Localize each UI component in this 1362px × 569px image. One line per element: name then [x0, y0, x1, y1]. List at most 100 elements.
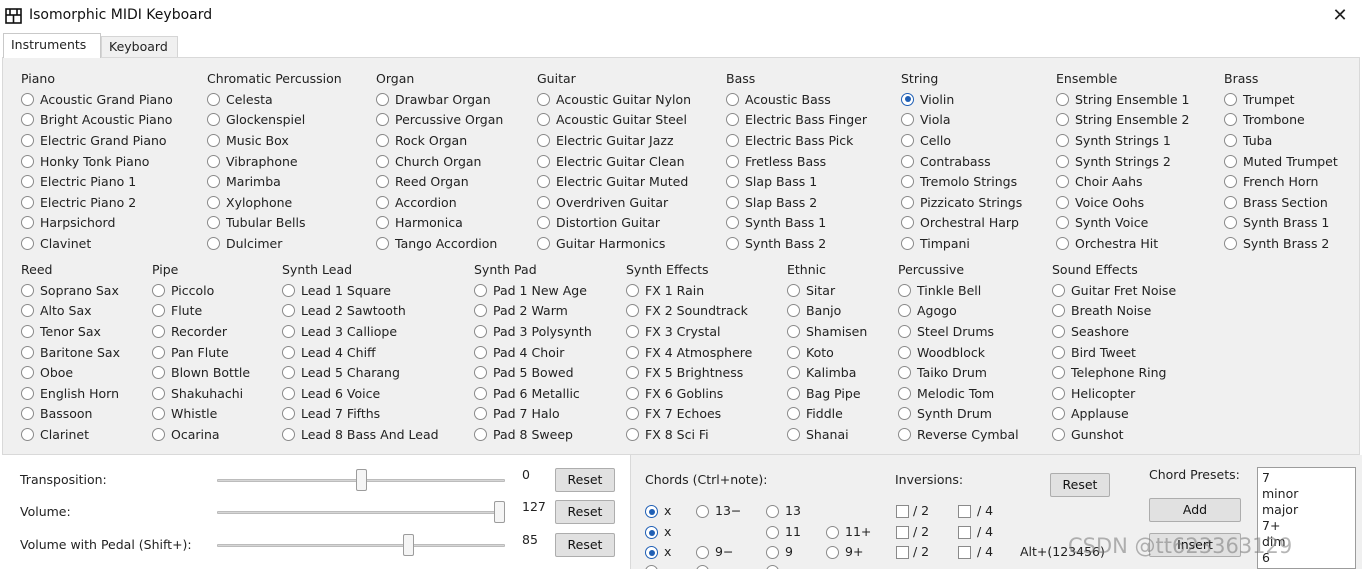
radio-button[interactable] — [21, 154, 34, 168]
instrument-option-tremolo-strings[interactable]: Tremolo Strings — [901, 171, 1022, 192]
radio-button[interactable] — [21, 386, 34, 400]
instrument-option-lead-4-chiff[interactable]: Lead 4 Chiff — [282, 342, 439, 363]
radio-button[interactable] — [282, 304, 295, 318]
radio-button[interactable] — [901, 195, 914, 209]
radio-button[interactable] — [1224, 154, 1237, 168]
radio-button[interactable] — [207, 133, 220, 147]
radio-button[interactable] — [21, 175, 34, 189]
transposition-slider-thumb[interactable] — [355, 469, 367, 491]
inversions-reset-button[interactable]: Reset — [1050, 473, 1110, 497]
instrument-option-bag-pipe[interactable]: Bag Pipe — [787, 383, 867, 404]
instrument-option-fx-6-goblins[interactable]: FX 6 Goblins — [626, 383, 752, 404]
radio-button[interactable] — [626, 304, 639, 318]
radio-button[interactable] — [901, 154, 914, 168]
radio-button[interactable] — [1224, 92, 1237, 106]
radio-button[interactable] — [1056, 113, 1069, 127]
chord-x-radio-2[interactable] — [645, 526, 658, 539]
radio-button[interactable] — [207, 154, 220, 168]
instrument-option-telephone-ring[interactable]: Telephone Ring — [1052, 362, 1176, 383]
instrument-option-soprano-sax[interactable]: Soprano Sax — [21, 280, 120, 301]
instrument-option-fx-5-brightness[interactable]: FX 5 Brightness — [626, 362, 752, 383]
add-preset-button[interactable]: Add — [1149, 498, 1241, 522]
instrument-option-whistle[interactable]: Whistle — [152, 404, 250, 425]
instrument-option-contrabass[interactable]: Contrabass — [901, 151, 1022, 172]
instrument-option-guitar-harmonics[interactable]: Guitar Harmonics — [537, 233, 691, 254]
instrument-option-trumpet[interactable]: Trumpet — [1224, 89, 1338, 110]
radio-button[interactable] — [1056, 154, 1069, 168]
radio-button[interactable] — [207, 236, 220, 250]
instrument-option-recorder[interactable]: Recorder — [152, 321, 250, 342]
chord-9-minus-radio[interactable] — [696, 546, 709, 559]
volume-slider[interactable] — [217, 511, 505, 514]
chord-x-radio-1[interactable] — [645, 505, 658, 518]
radio-button[interactable] — [787, 324, 800, 338]
instrument-option-woodblock[interactable]: Woodblock — [898, 342, 1019, 363]
instrument-option-steel-drums[interactable]: Steel Drums — [898, 321, 1019, 342]
radio-button[interactable] — [474, 407, 487, 421]
tab-keyboard[interactable]: Keyboard — [101, 36, 178, 57]
radio-button[interactable] — [1224, 133, 1237, 147]
instrument-option-percussive-organ[interactable]: Percussive Organ — [376, 110, 503, 131]
volume-pedal-slider-thumb[interactable] — [402, 534, 414, 556]
radio-button[interactable] — [1224, 216, 1237, 230]
instrument-option-koto[interactable]: Koto — [787, 342, 867, 363]
radio-button[interactable] — [1056, 216, 1069, 230]
instrument-option-pad-6-metallic[interactable]: Pad 6 Metallic — [474, 383, 592, 404]
radio-button[interactable] — [282, 386, 295, 400]
radio-button[interactable] — [376, 92, 389, 106]
instrument-option-string-ensemble-1[interactable]: String Ensemble 1 — [1056, 89, 1190, 110]
instrument-option-distortion-guitar[interactable]: Distortion Guitar — [537, 213, 691, 234]
radio-button[interactable] — [898, 386, 911, 400]
radio-button[interactable] — [376, 113, 389, 127]
radio-button[interactable] — [626, 345, 639, 359]
chord-x-radio-3[interactable] — [645, 546, 658, 559]
radio-button[interactable] — [152, 366, 165, 380]
instrument-option-gunshot[interactable]: Gunshot — [1052, 424, 1176, 445]
instrument-option-slap-bass-2[interactable]: Slap Bass 2 — [726, 192, 867, 213]
instrument-option-lead-1-square[interactable]: Lead 1 Square — [282, 280, 439, 301]
instrument-option-synth-drum[interactable]: Synth Drum — [898, 404, 1019, 425]
radio-button[interactable] — [152, 427, 165, 441]
radio-button[interactable] — [474, 324, 487, 338]
instrument-option-reed-organ[interactable]: Reed Organ — [376, 171, 503, 192]
radio-button[interactable] — [726, 216, 739, 230]
instrument-option-banjo[interactable]: Banjo — [787, 301, 867, 322]
chord-11-plus-radio[interactable] — [826, 526, 839, 539]
radio-button[interactable] — [376, 236, 389, 250]
radio-button[interactable] — [207, 92, 220, 106]
inversion-2-checkbox-1[interactable] — [896, 505, 909, 518]
radio-button[interactable] — [626, 407, 639, 421]
radio-button[interactable] — [901, 216, 914, 230]
instrument-option-fx-2-soundtrack[interactable]: FX 2 Soundtrack — [626, 301, 752, 322]
radio-button[interactable] — [787, 283, 800, 297]
radio-button[interactable] — [21, 427, 34, 441]
instrument-option-pad-3-polysynth[interactable]: Pad 3 Polysynth — [474, 321, 592, 342]
radio-button[interactable] — [376, 175, 389, 189]
instrument-option-voice-oohs[interactable]: Voice Oohs — [1056, 192, 1190, 213]
instrument-option-english-horn[interactable]: English Horn — [21, 383, 120, 404]
radio-button[interactable] — [1224, 113, 1237, 127]
radio-button[interactable] — [898, 283, 911, 297]
radio-button[interactable] — [901, 175, 914, 189]
instrument-option-fx-4-atmosphere[interactable]: FX 4 Atmosphere — [626, 342, 752, 363]
radio-button[interactable] — [376, 216, 389, 230]
instrument-option-reverse-cymbal[interactable]: Reverse Cymbal — [898, 424, 1019, 445]
instrument-option-bright-acoustic-piano[interactable]: Bright Acoustic Piano — [21, 110, 173, 131]
instrument-option-tuba[interactable]: Tuba — [1224, 130, 1338, 151]
instrument-option-harpsichord[interactable]: Harpsichord — [21, 213, 173, 234]
instrument-option-brass-section[interactable]: Brass Section — [1224, 192, 1338, 213]
instrument-option-acoustic-guitar-steel[interactable]: Acoustic Guitar Steel — [537, 110, 691, 131]
radio-button[interactable] — [898, 324, 911, 338]
radio-button[interactable] — [726, 154, 739, 168]
radio-button[interactable] — [726, 236, 739, 250]
instrument-option-music-box[interactable]: Music Box — [207, 130, 342, 151]
instrument-option-tubular-bells[interactable]: Tubular Bells — [207, 213, 342, 234]
radio-button[interactable] — [21, 345, 34, 359]
radio-button[interactable] — [1052, 304, 1065, 318]
instrument-option-lead-2-sawtooth[interactable]: Lead 2 Sawtooth — [282, 301, 439, 322]
radio-button[interactable] — [787, 366, 800, 380]
radio-button[interactable] — [207, 113, 220, 127]
instrument-option-marimba[interactable]: Marimba — [207, 171, 342, 192]
instrument-option-electric-guitar-clean[interactable]: Electric Guitar Clean — [537, 151, 691, 172]
radio-button[interactable] — [898, 366, 911, 380]
